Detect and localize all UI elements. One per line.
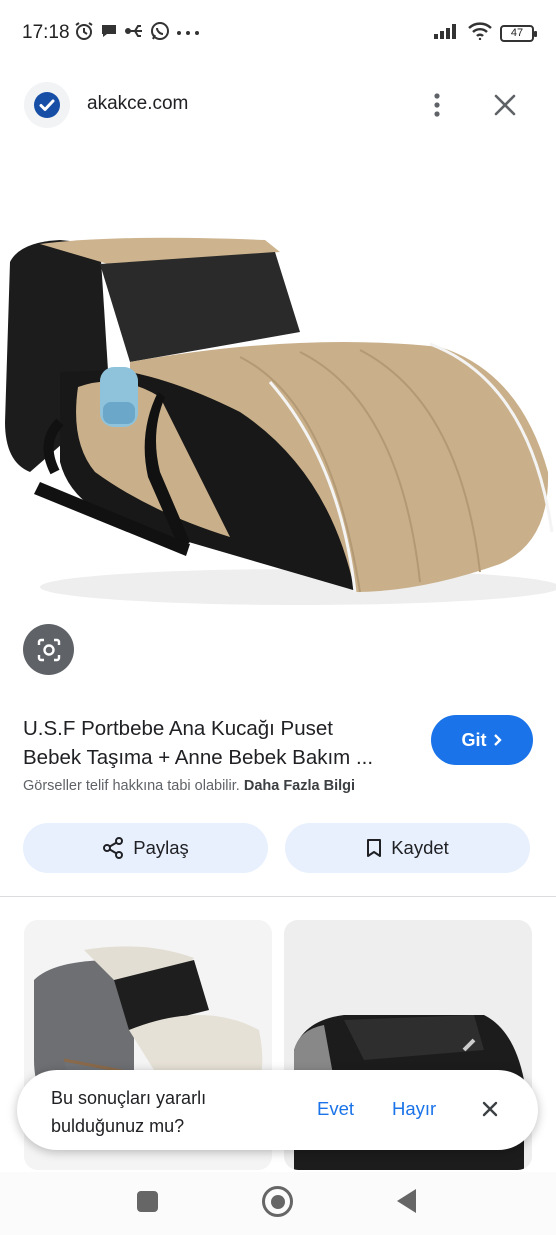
visit-label: Git — [461, 729, 487, 750]
signal-icon — [434, 23, 460, 44]
divider — [0, 896, 556, 897]
feedback-toast: Bu sonuçları yararlı bulduğunuz mu? Evet… — [17, 1070, 538, 1150]
close-icon[interactable] — [488, 88, 522, 122]
result-title[interactable]: U.S.F Portbebe Ana Kucağı Puset Bebek Ta… — [23, 714, 418, 772]
lens-search-icon[interactable] — [23, 624, 74, 675]
copyright-text: Görseller telif hakkına tabi olabilir. — [23, 778, 240, 794]
feedback-question-line2: bulduğunuz mu? — [51, 1116, 185, 1136]
recents-icon[interactable] — [137, 1191, 158, 1212]
feedback-question-line1: Bu sonuçları yararlı — [51, 1088, 207, 1108]
site-name[interactable]: akakce.com — [87, 93, 188, 115]
status-bar: 17:18 47 — [0, 0, 556, 66]
wifi-icon — [468, 22, 492, 45]
copyright-notice: Görseller telif hakkına tabi olabilir. D… — [23, 778, 355, 794]
result-title-line2[interactable]: Bebek Taşıma + Anne Bebek Bakım ... — [23, 743, 418, 772]
back-icon[interactable] — [397, 1189, 416, 1213]
status-time: 17:18 — [22, 22, 70, 43]
feedback-yes-button[interactable]: Evet — [317, 1098, 354, 1120]
bookmark-icon — [367, 839, 382, 857]
share-button[interactable]: Paylaş — [23, 823, 268, 873]
system-icons: 47 — [434, 22, 537, 45]
whatsapp-icon — [150, 21, 170, 46]
share-label: Paylaş — [133, 837, 189, 858]
share-icon — [103, 837, 124, 859]
site-header: akakce.com — [0, 78, 556, 134]
feedback-no-button[interactable]: Hayır — [392, 1098, 436, 1120]
chevron-right-icon — [493, 734, 502, 746]
system-nav-bar — [0, 1172, 556, 1235]
visit-button[interactable]: Git — [431, 715, 533, 765]
feedback-question: Bu sonuçları yararlı bulduğunuz mu? — [51, 1084, 251, 1140]
battery-icon: 47 — [500, 25, 537, 42]
alarm-icon — [74, 21, 94, 46]
chat-bubble-icon — [100, 22, 118, 45]
more-info-link[interactable]: Daha Fazla Bilgi — [244, 778, 355, 794]
more-vert-icon[interactable] — [422, 88, 452, 122]
save-label: Kaydet — [391, 837, 449, 858]
more-dots-icon — [176, 24, 200, 42]
save-button[interactable]: Kaydet — [285, 823, 530, 873]
usb-icon — [124, 22, 144, 45]
home-icon[interactable] — [262, 1186, 293, 1217]
notification-icons — [74, 21, 200, 46]
product-image[interactable] — [0, 172, 556, 622]
result-title-line1[interactable]: U.S.F Portbebe Ana Kucağı Puset — [23, 714, 418, 743]
close-icon[interactable] — [477, 1096, 503, 1122]
verified-check-icon — [24, 82, 70, 128]
